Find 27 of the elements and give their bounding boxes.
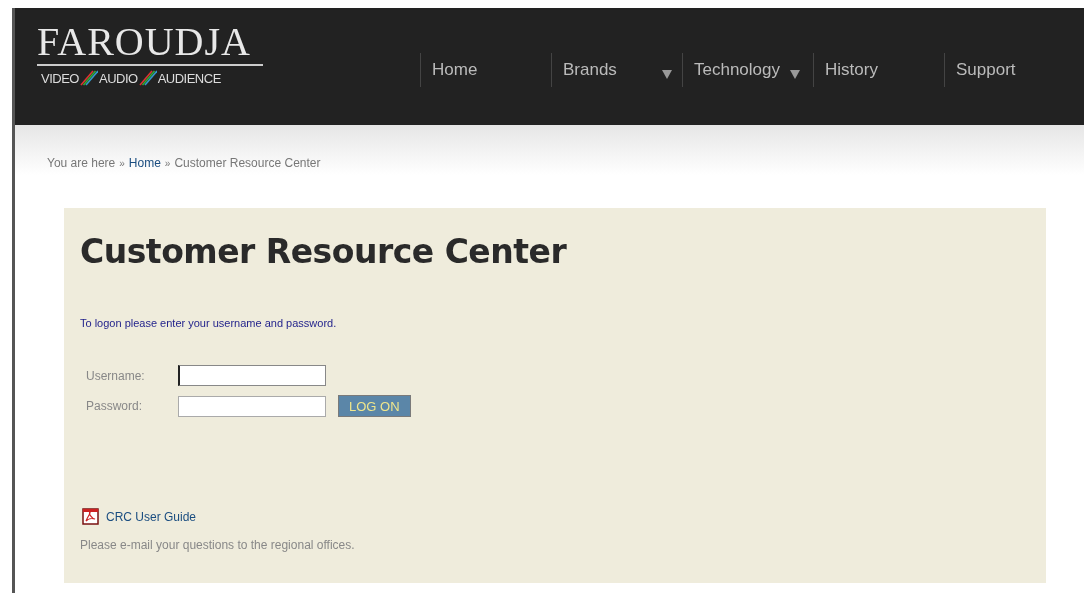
dropdown-caret-icon[interactable] — [790, 69, 800, 79]
logo-tagline-word: AUDIENCE — [157, 70, 221, 86]
logo-wordmark: FAROUDJA — [37, 22, 263, 66]
color-stripe-icon — [79, 70, 98, 86]
contact-note: Please e-mail your questions to the regional offices. — [80, 538, 356, 552]
breadcrumb-current: Customer Resource Center — [174, 156, 321, 170]
nav-link[interactable]: Technology — [694, 60, 780, 80]
breadcrumb-link[interactable]: Home — [128, 156, 161, 170]
breadcrumb-label: You are here — [47, 156, 116, 170]
logo-tagline-word: VIDEO — [41, 70, 79, 86]
nav-link[interactable]: History — [825, 60, 878, 80]
field-label: Username: — [86, 368, 146, 383]
nav-link[interactable]: Brands — [563, 60, 617, 80]
breadcrumb-separator: » — [119, 158, 125, 169]
instructions-text: To logon please enter your username and password. — [80, 317, 338, 329]
input-field[interactable] — [178, 395, 326, 417]
input-field[interactable] — [178, 365, 326, 386]
user-guide-link[interactable]: CRC User Guide — [106, 509, 197, 524]
nav-link[interactable]: Home — [432, 60, 478, 80]
nav-link[interactable]: Support — [956, 60, 1016, 80]
pdf-icon — [82, 508, 99, 525]
breadcrumb-separator: » — [164, 158, 171, 169]
logo-tagline-word: AUDIO — [98, 70, 138, 86]
color-stripe-icon — [138, 70, 157, 86]
field-label: Password: — [86, 399, 144, 413]
page-title: Customer Resource Center — [80, 232, 568, 271]
dropdown-caret-icon[interactable] — [662, 69, 672, 79]
